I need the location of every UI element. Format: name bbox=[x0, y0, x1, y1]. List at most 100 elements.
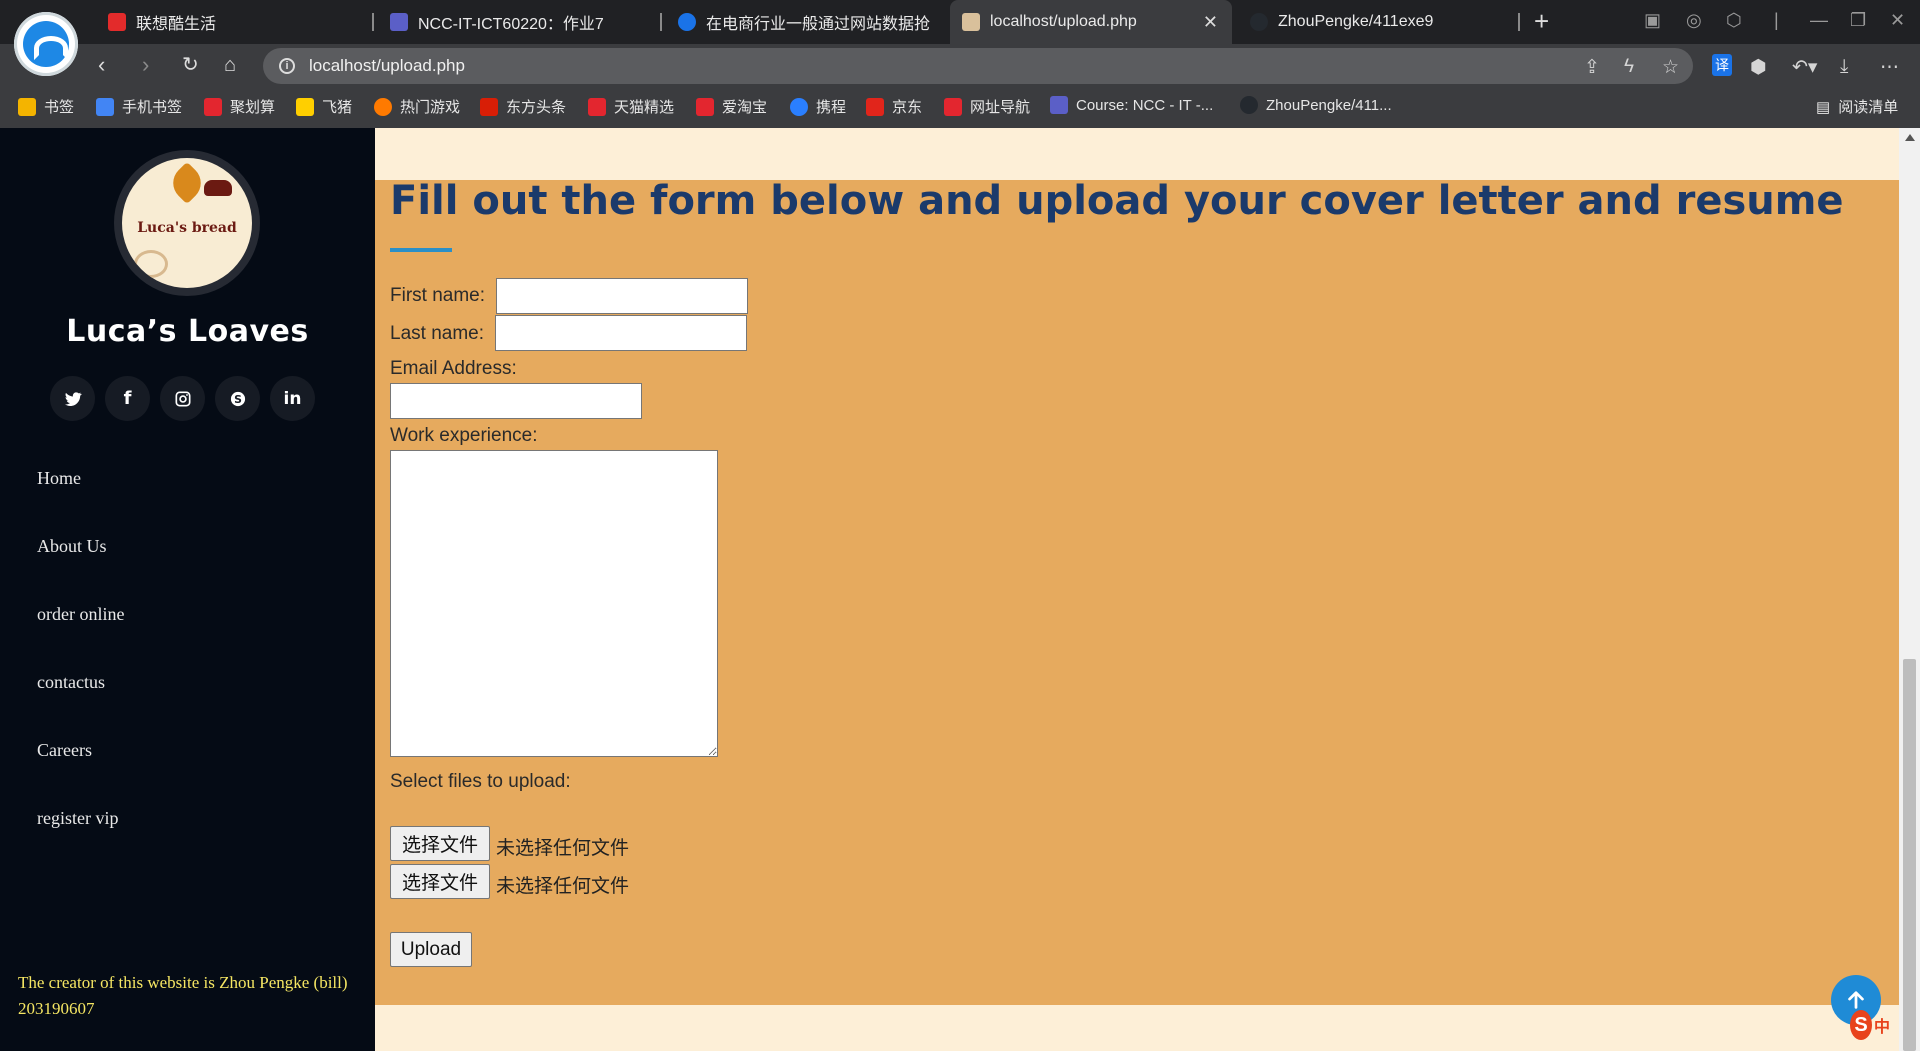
first-name-field[interactable] bbox=[496, 278, 748, 314]
upload-button[interactable]: Upload bbox=[390, 932, 472, 967]
teams-icon bbox=[1050, 96, 1068, 114]
twitter-icon[interactable] bbox=[50, 376, 95, 421]
bookmark-item[interactable]: 网址导航 bbox=[944, 96, 1030, 117]
bookmark-item[interactable]: ZhouPengke/411... bbox=[1240, 96, 1392, 114]
tab-lenovo[interactable]: 联想酷生活 bbox=[96, 0, 366, 44]
address-toolbar: ‹ › ↻ ⌂ i localhost/upload.php ⇪ ϟ ☆ 译 ⬢… bbox=[0, 44, 1920, 88]
bookmark-label: 携程 bbox=[816, 99, 847, 116]
page-title: Fill out the form below and upload your … bbox=[390, 178, 1844, 224]
bookmark-item[interactable]: 爱淘宝 bbox=[696, 96, 767, 117]
star-icon[interactable]: ☆ bbox=[1662, 56, 1679, 79]
bread-icon bbox=[204, 180, 232, 196]
bookmark-item[interactable]: Course: NCC - IT -... bbox=[1050, 96, 1213, 114]
game-icon[interactable]: ◎ bbox=[1686, 10, 1702, 31]
forward-icon[interactable]: › bbox=[142, 54, 149, 76]
back-icon[interactable]: ‹ bbox=[98, 54, 105, 76]
nav-home[interactable]: Home bbox=[37, 466, 124, 534]
creator-credit: The creator of this website is Zhou Peng… bbox=[18, 973, 348, 1018]
bookmark-label: Course: NCC - IT -... bbox=[1076, 96, 1214, 114]
tab-favicon bbox=[390, 13, 408, 31]
url-input[interactable]: i localhost/upload.php bbox=[263, 48, 1693, 84]
bookmark-label: 手机书签 bbox=[122, 99, 183, 116]
more-icon[interactable]: ⋯ bbox=[1880, 56, 1899, 79]
bookmark-item[interactable]: 飞猪 bbox=[296, 96, 352, 117]
download-icon[interactable]: ⤓ bbox=[1840, 56, 1848, 78]
extensions-icon[interactable]: ⬢ bbox=[1750, 56, 1767, 79]
email-field[interactable] bbox=[390, 383, 642, 419]
reading-list-icon: ▤ bbox=[1816, 98, 1831, 116]
browser-logo-icon[interactable] bbox=[14, 12, 78, 76]
tab-favicon bbox=[962, 13, 980, 31]
last-name-label: Last name: bbox=[390, 323, 484, 344]
tab-upload-php[interactable]: localhost/upload.php ✕ bbox=[950, 0, 1232, 44]
ime-indicator[interactable]: S 中 bbox=[1850, 1008, 1890, 1042]
bookmark-item[interactable]: 书签 bbox=[18, 96, 74, 117]
nav-register-vip[interactable]: register vip bbox=[37, 806, 124, 874]
facebook-icon[interactable]: f bbox=[105, 376, 150, 421]
choose-file-button-2[interactable]: 选择文件 bbox=[390, 864, 490, 899]
close-icon[interactable]: ✕ bbox=[1203, 12, 1218, 33]
bookmark-item[interactable]: 东方头条 bbox=[480, 96, 566, 117]
leaf-icon bbox=[165, 161, 209, 205]
share-icon[interactable]: ⇪ bbox=[1584, 56, 1600, 79]
bookmark-label: 天猫精选 bbox=[614, 99, 675, 116]
nav-careers[interactable]: Careers bbox=[37, 738, 124, 806]
work-experience-label: Work experience: bbox=[390, 425, 538, 446]
bookmark-label: 爱淘宝 bbox=[722, 99, 768, 116]
tab-favicon bbox=[108, 13, 126, 31]
reading-list-button[interactable]: ▤ 阅读清单 bbox=[1816, 96, 1898, 117]
instagram-icon[interactable] bbox=[160, 376, 205, 421]
scroll-up-icon[interactable] bbox=[1905, 134, 1915, 141]
bookmark-item[interactable]: 携程 bbox=[790, 96, 846, 117]
restore-icon[interactable]: ❐ bbox=[1850, 10, 1866, 31]
site-icon bbox=[696, 97, 714, 116]
shirt-icon[interactable]: ⬡ bbox=[1726, 10, 1742, 31]
undo-icon[interactable]: ↶▾ bbox=[1792, 56, 1817, 79]
reload-icon[interactable]: ↻ bbox=[182, 54, 199, 76]
new-tab-icon[interactable]: + bbox=[1534, 6, 1549, 37]
nav-order-online[interactable]: order online bbox=[37, 602, 124, 670]
tab-list-icon[interactable]: ▣ bbox=[1644, 10, 1661, 31]
scroll-thumb[interactable] bbox=[1903, 659, 1916, 1051]
linkedin-icon[interactable]: in bbox=[270, 376, 315, 421]
browser-tab-bar: 联想酷生活 NCC-IT-ICT60220：作业7 在电商行业一般通过网站数据抢… bbox=[0, 0, 1920, 44]
home-icon[interactable]: ⌂ bbox=[224, 54, 236, 76]
bookmark-item[interactable]: 热门游戏 bbox=[374, 96, 460, 117]
no-file-text-2: 未选择任何文件 bbox=[496, 875, 630, 897]
bookmark-label: 京东 bbox=[892, 99, 923, 116]
skype-icon[interactable]: S bbox=[215, 376, 260, 421]
page-scrollbar[interactable] bbox=[1899, 128, 1920, 1051]
sidebar: Luca's bread Luca’s Loaves f S in Home A… bbox=[0, 128, 375, 1051]
last-name-field[interactable] bbox=[495, 315, 747, 351]
github-icon bbox=[1250, 13, 1268, 31]
bookmark-label: 聚划算 bbox=[230, 99, 276, 116]
lightning-icon[interactable]: ϟ bbox=[1624, 56, 1634, 78]
nav-about-us[interactable]: About Us bbox=[37, 534, 124, 602]
bookmark-item[interactable]: 聚划算 bbox=[204, 96, 275, 117]
info-icon[interactable]: i bbox=[279, 58, 295, 74]
search-icon bbox=[678, 13, 696, 31]
work-experience-textarea[interactable] bbox=[390, 450, 718, 757]
choose-file-button-1[interactable]: 选择文件 bbox=[390, 826, 490, 861]
site-logo[interactable]: Luca's bread bbox=[114, 150, 260, 296]
bookmark-item[interactable]: 手机书签 bbox=[96, 96, 182, 117]
tab-github[interactable]: ZhouPengke/411exe9 bbox=[1238, 0, 1514, 44]
nav-contactus[interactable]: contactus bbox=[37, 670, 124, 738]
tab-title: ZhouPengke/411exe9 bbox=[1278, 13, 1434, 30]
tab-ncc-assignment[interactable]: NCC-IT-ICT60220：作业7 bbox=[378, 0, 648, 44]
close-window-icon[interactable]: ✕ bbox=[1890, 10, 1905, 31]
phone-icon bbox=[96, 97, 114, 116]
bookmark-item[interactable]: 京东 bbox=[866, 96, 922, 117]
menu-divider-icon: | bbox=[1774, 10, 1779, 30]
minimize-icon[interactable]: — bbox=[1810, 10, 1828, 31]
tab-title: localhost/upload.php bbox=[990, 13, 1137, 30]
translate-icon[interactable]: 译 bbox=[1712, 54, 1732, 76]
bookmark-label: 网址导航 bbox=[970, 99, 1031, 116]
logo-text: Luca's bread bbox=[137, 220, 237, 236]
tab-title: 联想酷生活 bbox=[136, 16, 217, 33]
bookmark-label: 飞猪 bbox=[322, 99, 353, 116]
bookmarks-bar: 书签 手机书签 聚划算 飞猪 热门游戏 东方头条 天猫精选 爱淘宝 携程 京东 … bbox=[0, 88, 1920, 128]
site-icon bbox=[790, 97, 808, 116]
bookmark-item[interactable]: 天猫精选 bbox=[588, 96, 674, 117]
tab-search[interactable]: 在电商行业一般通过网站数据抢 bbox=[666, 0, 946, 44]
